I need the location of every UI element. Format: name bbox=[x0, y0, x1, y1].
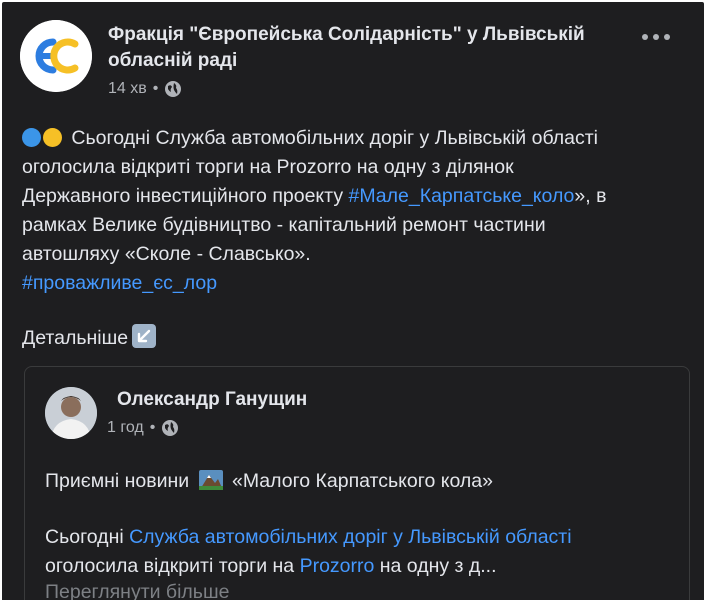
avatar[interactable] bbox=[45, 387, 97, 439]
post-text-line: Сьогодні Служба автомобільних доріг у Ль… bbox=[66, 127, 598, 149]
post-card: Фракція "Європейська Солідарність" у Льв… bbox=[2, 2, 704, 600]
post-text-line: Державного інвестиційного проекту bbox=[22, 185, 349, 207]
post-text-line: автошляху «Сколе - Славсько». bbox=[22, 243, 311, 265]
shared-text: «Малого Карпатського кола» bbox=[226, 470, 493, 492]
blue-circle-icon bbox=[22, 128, 41, 147]
meta-separator: • bbox=[149, 419, 156, 436]
shared-post[interactable]: Олександр Ганущин 1 год • Приємні новини… bbox=[24, 366, 690, 600]
globe-icon[interactable] bbox=[161, 419, 179, 437]
shared-text: Приємні новини bbox=[45, 470, 195, 492]
see-more-link[interactable]: Переглянути більше bbox=[45, 581, 229, 600]
post-text: Сьогодні Служба автомобільних доріг у Ль… bbox=[22, 124, 692, 298]
shared-author-name[interactable]: Олександр Ганущин bbox=[117, 389, 307, 411]
globe-icon[interactable] bbox=[164, 80, 182, 98]
post-header: Фракція "Європейська Солідарність" у Льв… bbox=[20, 20, 686, 100]
shared-time[interactable]: 1 год bbox=[107, 419, 144, 437]
post-text-line: », в bbox=[574, 185, 607, 207]
post-text-line: рамках Велике будівництво - капітальний … bbox=[22, 214, 546, 236]
meta-separator: • bbox=[152, 80, 159, 97]
organization-link[interactable]: Служба автомобільних доріг у Львівській … bbox=[129, 526, 571, 548]
prozorro-link[interactable]: Prozorro bbox=[300, 555, 375, 577]
more-options-button[interactable] bbox=[636, 24, 676, 50]
post-meta: 14 хв • bbox=[108, 80, 182, 98]
shared-text: Сьогодні bbox=[45, 526, 130, 548]
shared-meta: 1 год • bbox=[107, 419, 179, 437]
mountain-icon bbox=[198, 470, 223, 490]
es-logo-icon bbox=[20, 20, 92, 92]
shared-paragraph: Сьогодні Служба автомобільних доріг у Ль… bbox=[45, 523, 685, 581]
shared-text: на одну з д... bbox=[374, 555, 497, 577]
yellow-circle-icon bbox=[43, 128, 62, 147]
hashtag-link[interactable]: #проважливе_єс_лор bbox=[22, 272, 217, 294]
hashtag-link[interactable]: #Мале_Карпатське_коло bbox=[348, 185, 574, 207]
page-avatar[interactable] bbox=[20, 20, 92, 92]
shared-headline: Приємні новини «Малого Карпатського кола… bbox=[45, 467, 493, 495]
page-name[interactable]: Фракція "Європейська Солідарність" у Льв… bbox=[108, 22, 628, 74]
details-text: Детальніше bbox=[22, 324, 157, 352]
post-text-line: оголосила відкриті торги на Prozorro на … bbox=[22, 156, 514, 178]
shared-text: оголосила відкриті торги на bbox=[45, 555, 300, 577]
details-label: Детальніше bbox=[22, 327, 129, 349]
post-time[interactable]: 14 хв bbox=[108, 80, 147, 98]
more-options-icon bbox=[642, 34, 648, 40]
arrow-down-left-icon bbox=[132, 324, 157, 348]
